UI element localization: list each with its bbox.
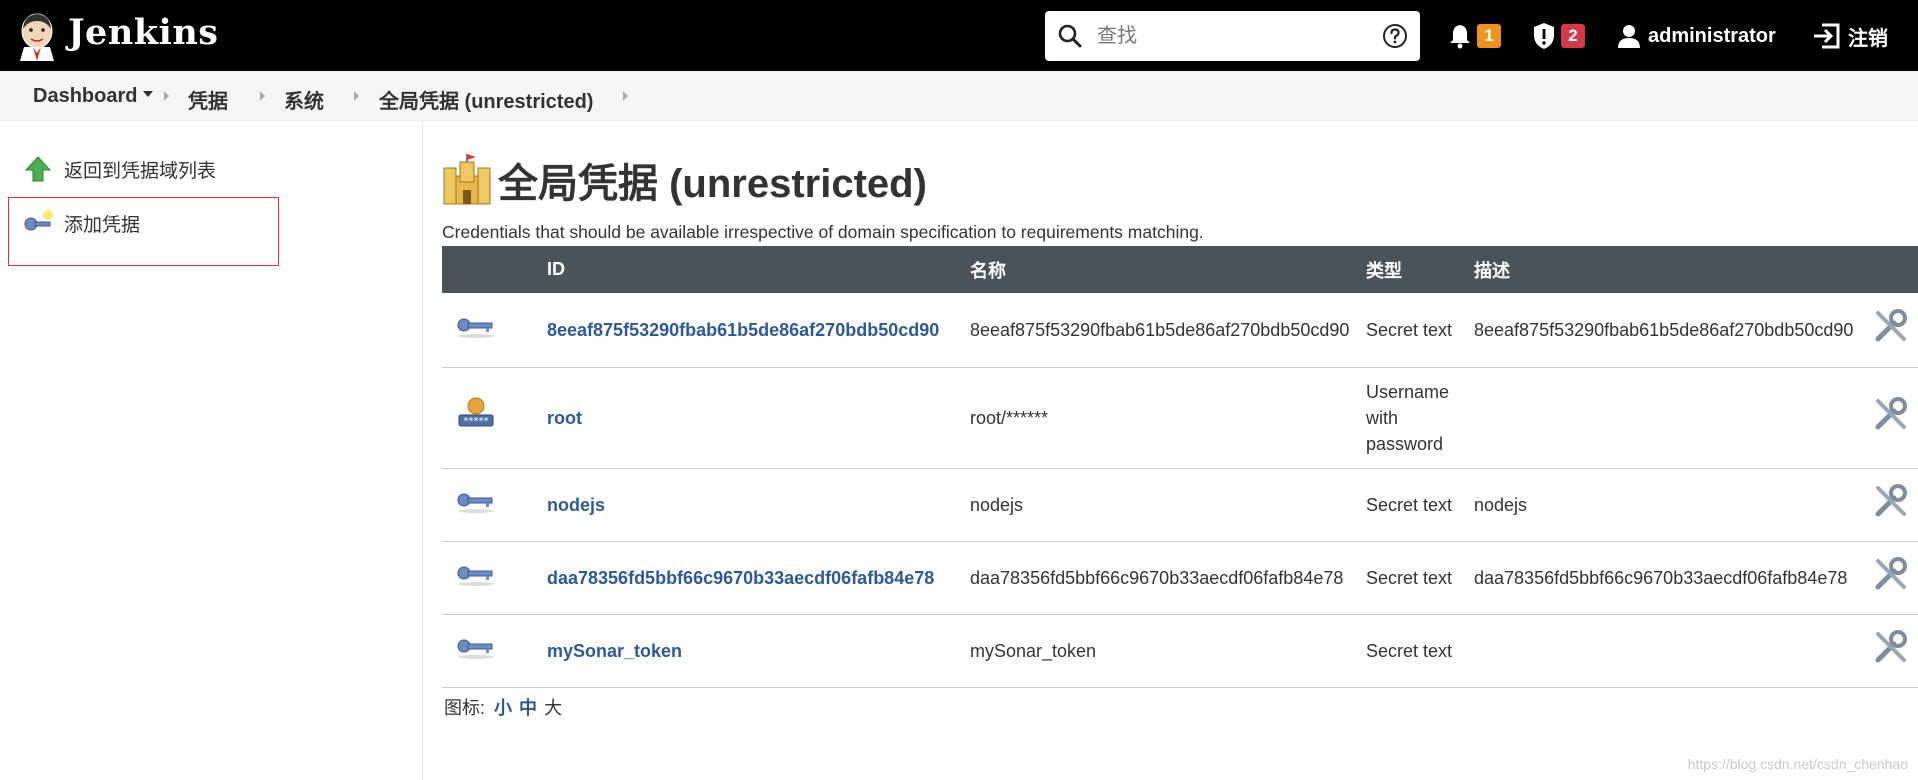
table-row: mySonar_token mySonar_token Secret text <box>442 614 1918 688</box>
configure-icon[interactable] <box>1874 557 1908 591</box>
credential-name: root/****** <box>970 367 1366 469</box>
user-password-icon: ***** <box>458 397 494 427</box>
breadcrumb-global-credentials[interactable]: 全局凭据 (unrestricted) <box>379 85 593 114</box>
icon-size-small[interactable]: 小 <box>494 698 512 718</box>
credential-name: mySonar_token <box>970 614 1366 688</box>
back-to-domains-link[interactable]: 返回到凭据域列表 <box>22 153 216 185</box>
configure-icon[interactable] <box>1874 484 1908 518</box>
configure-icon[interactable] <box>1874 397 1908 431</box>
shield-alert-icon <box>1534 23 1554 49</box>
chevron-down-icon[interactable] <box>143 90 154 97</box>
credential-id-link[interactable]: root <box>547 408 582 428</box>
notifications-button[interactable]: 1 <box>1448 20 1501 52</box>
search-box <box>1045 11 1420 61</box>
breadcrumb: Dashboard 凭据 系统 全局凭据 (unrestricted) <box>0 71 1918 121</box>
credential-id-link[interactable]: nodejs <box>547 495 605 515</box>
credential-type: Secret text <box>1366 541 1474 615</box>
credential-type: Secret text <box>1366 293 1474 368</box>
new-key-icon <box>24 210 53 231</box>
bell-icon <box>1450 25 1470 49</box>
icon-size-large: 大 <box>544 698 563 718</box>
security-badge: 2 <box>1561 24 1585 48</box>
breadcrumb-separator-icon <box>354 91 359 101</box>
column-header-type[interactable]: 类型 <box>1366 246 1474 293</box>
search-input[interactable] <box>1097 19 1367 53</box>
logout-label: 注销 <box>1848 27 1888 50</box>
top-header: Jenkins 1 2 administrato <box>0 0 1918 71</box>
credential-type: Secret text <box>1366 468 1474 542</box>
page-description: Credentials that should be available irr… <box>442 222 1204 242</box>
logout-icon <box>1814 23 1840 49</box>
icon-size-label: 图标: <box>444 698 486 718</box>
credentials-table: ID 名称 类型 描述 8eeaf875f53290fbab61b5de86af… <box>442 246 1918 688</box>
svg-text:*****: ***** <box>464 416 489 427</box>
credential-description <box>1474 614 1874 688</box>
jenkins-logo-icon[interactable] <box>16 11 58 61</box>
credential-description: daa78356fd5bbf66c9670b33aecdf06fafb84e78 <box>1474 541 1874 615</box>
breadcrumb-separator-icon <box>164 91 169 101</box>
credential-name: 8eeaf875f53290fbab61b5de86af270bdb50cd90 <box>970 293 1366 368</box>
credential-id-link[interactable]: daa78356fd5bbf66c9670b33aecdf06fafb84e78 <box>547 568 934 588</box>
castle-icon <box>443 154 491 205</box>
configure-icon[interactable] <box>1874 630 1908 664</box>
credential-name: nodejs <box>970 468 1366 542</box>
credential-id-link[interactable]: mySonar_token <box>547 641 682 661</box>
notifications-badge: 1 <box>1477 24 1501 48</box>
search-icon <box>1058 24 1082 48</box>
icon-size-medium[interactable]: 中 <box>519 698 537 718</box>
user-name: administrator <box>1648 24 1776 47</box>
back-to-domains-label: 返回到凭据域列表 <box>64 160 217 182</box>
security-button[interactable]: 2 <box>1532 20 1585 52</box>
credential-name: daa78356fd5bbf66c9670b33aecdf06fafb84e78 <box>970 541 1366 615</box>
breadcrumb-separator-icon <box>260 91 265 101</box>
arrow-up-icon <box>24 156 52 182</box>
table-row: daa78356fd5bbf66c9670b33aecdf06fafb84e78… <box>442 541 1918 615</box>
side-panel: 返回到凭据域列表 添加凭据 <box>0 121 423 780</box>
table-row: nodejs nodejs Secret text nodejs <box>442 468 1918 542</box>
page-title: 全局凭据 (unrestricted) <box>498 162 927 206</box>
table-row: ***** root root/****** Username with pas… <box>442 367 1918 469</box>
brand-title[interactable]: Jenkins <box>68 12 218 53</box>
watermark: https://blog.csdn.net/csdn_chenhao <box>1687 756 1908 772</box>
configure-icon[interactable] <box>1874 309 1908 343</box>
credential-type: Secret text <box>1366 614 1474 688</box>
page-title-row: 全局凭据 (unrestricted) <box>442 151 927 209</box>
icon-size-selector: 图标: 小 中 大 <box>444 694 562 720</box>
key-icon <box>457 639 494 659</box>
credential-description <box>1474 367 1874 469</box>
help-icon[interactable] <box>1382 23 1408 49</box>
user-menu[interactable]: administrator <box>1618 20 1776 52</box>
breadcrumb-separator-icon <box>623 91 628 101</box>
credential-description: 8eeaf875f53290fbab61b5de86af270bdb50cd90 <box>1474 293 1874 368</box>
table-row: 8eeaf875f53290fbab61b5de86af270bdb50cd90… <box>442 293 1918 368</box>
user-icon <box>1618 25 1640 48</box>
credential-id-link[interactable]: 8eeaf875f53290fbab61b5de86af270bdb50cd90 <box>547 320 939 340</box>
column-header-name[interactable]: 名称 <box>970 246 1366 293</box>
add-credentials-link[interactable]: 添加凭据 <box>22 207 140 239</box>
key-icon <box>457 566 494 586</box>
key-icon <box>457 318 494 339</box>
column-header-description[interactable]: 描述 <box>1474 246 1874 293</box>
key-icon <box>457 493 494 513</box>
credential-type: Username with password <box>1366 367 1474 469</box>
table-header-row: ID 名称 类型 描述 <box>442 246 1918 293</box>
breadcrumb-dashboard[interactable]: Dashboard <box>33 85 154 108</box>
logout-button[interactable]: 注销 <box>1812 20 1888 52</box>
credential-description: nodejs <box>1474 468 1874 542</box>
add-credentials-label: 添加凭据 <box>64 214 141 236</box>
column-header-id[interactable]: ID <box>547 246 970 293</box>
breadcrumb-system[interactable]: 系统 <box>284 85 324 114</box>
breadcrumb-credentials[interactable]: 凭据 <box>188 85 228 114</box>
